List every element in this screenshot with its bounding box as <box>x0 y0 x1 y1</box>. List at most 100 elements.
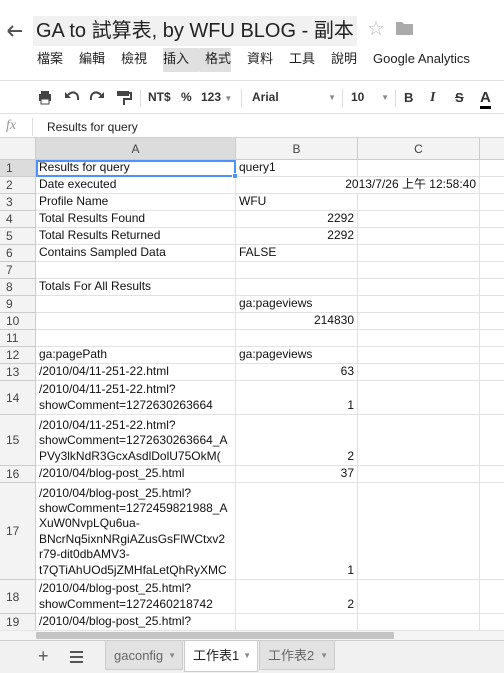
cell-b[interactable]: 214830 <box>236 313 358 330</box>
cell-b[interactable]: 37 <box>236 466 358 483</box>
sheet-tab[interactable]: 工作表2 ▼ <box>259 641 335 670</box>
row-header[interactable]: 5 <box>0 228 36 245</box>
cell-c[interactable] <box>358 313 480 330</box>
cell-c[interactable] <box>358 580 480 614</box>
row-header[interactable]: 1 <box>0 160 36 177</box>
cell-a[interactable]: /2010/04/11-251-22.html? showComment=1272… <box>36 381 236 415</box>
row-header[interactable]: 17 <box>0 483 36 580</box>
cell-d[interactable] <box>480 483 504 580</box>
cell-d[interactable] <box>480 466 504 483</box>
cell-b[interactable]: 63 <box>236 364 358 381</box>
undo-button[interactable] <box>63 81 81 115</box>
cell-b[interactable]: 2 <box>236 580 358 614</box>
column-header-b[interactable]: B <box>236 138 358 160</box>
cell-c[interactable] <box>358 262 480 279</box>
selection-fill-handle[interactable] <box>232 173 238 179</box>
cell-c[interactable] <box>358 415 480 466</box>
cell-c[interactable] <box>358 296 480 313</box>
cell-a[interactable]: /2010/04/blog-post_25.html? showComment=1… <box>36 580 236 614</box>
percent-format-button[interactable]: % <box>181 81 192 115</box>
menu-help[interactable]: 說明 <box>331 48 357 72</box>
cell-a[interactable]: Totals For All Results <box>36 279 236 296</box>
cell-c[interactable] <box>358 245 480 262</box>
cell-a[interactable]: ga:pagePath <box>36 347 236 364</box>
number-format-dropdown[interactable]: 123 ▼ <box>201 81 232 115</box>
cell-d[interactable] <box>480 245 504 262</box>
chevron-down-icon[interactable]: ▼ <box>320 641 328 670</box>
cell-c[interactable] <box>358 364 480 381</box>
row-header[interactable]: 7 <box>0 262 36 279</box>
cell-c[interactable] <box>358 483 480 580</box>
cell-a[interactable]: /2010/04/blog-post_25.html? showComment=1… <box>36 483 236 580</box>
cell-b[interactable]: 2292 <box>236 211 358 228</box>
cell-b[interactable]: 1 <box>236 381 358 415</box>
row-header[interactable]: 16 <box>0 466 36 483</box>
cell-c[interactable] <box>358 614 480 630</box>
cell-c[interactable] <box>358 211 480 228</box>
row-header[interactable]: 15 <box>0 415 36 466</box>
paint-format-button[interactable] <box>115 81 133 115</box>
menu-file[interactable]: 檔案 <box>37 48 63 72</box>
cell-c[interactable] <box>358 194 480 211</box>
cell-b[interactable] <box>236 262 358 279</box>
cell-d[interactable] <box>480 381 504 415</box>
strikethrough-button[interactable]: S <box>455 81 464 115</box>
row-header[interactable]: 8 <box>0 279 36 296</box>
cell-c[interactable] <box>358 330 480 347</box>
cell-d[interactable] <box>480 580 504 614</box>
cell-a[interactable]: Results for query <box>36 160 236 177</box>
cell-b[interactable]: 1 <box>236 483 358 580</box>
cell-b[interactable]: FALSE <box>236 245 358 262</box>
cell-d[interactable] <box>480 211 504 228</box>
print-button[interactable] <box>37 81 53 115</box>
italic-button[interactable]: I <box>430 81 435 115</box>
column-header-d[interactable] <box>480 138 504 160</box>
cell-d[interactable] <box>480 177 504 194</box>
row-header[interactable]: 14 <box>0 381 36 415</box>
menu-insert[interactable]: 插入 <box>163 48 199 72</box>
cell-d[interactable] <box>480 330 504 347</box>
cell-d[interactable] <box>480 262 504 279</box>
row-header[interactable]: 9 <box>0 296 36 313</box>
cell-b[interactable] <box>236 330 358 347</box>
star-icon[interactable]: ☆ <box>367 18 385 40</box>
cell-a[interactable]: Date executed <box>36 177 236 194</box>
chevron-down-icon[interactable]: ▼ <box>168 641 176 670</box>
cell-b[interactable] <box>236 614 358 630</box>
row-header[interactable]: 3 <box>0 194 36 211</box>
cell-d[interactable] <box>480 415 504 466</box>
cell-b[interactable]: query1 <box>236 160 358 177</box>
menu-tools[interactable]: 工具 <box>289 48 315 72</box>
chevron-down-icon[interactable]: ▼ <box>243 641 251 670</box>
cell-a[interactable]: Profile Name <box>36 194 236 211</box>
menu-google-analytics[interactable]: Google Analytics <box>373 48 470 72</box>
cell-d[interactable] <box>480 228 504 245</box>
cell-b[interactable]: 2 <box>236 415 358 466</box>
cell-d[interactable] <box>480 160 504 177</box>
row-header[interactable]: 13 <box>0 364 36 381</box>
text-color-button[interactable]: A <box>480 81 491 115</box>
cell-c[interactable] <box>358 381 480 415</box>
cell-d[interactable] <box>480 347 504 364</box>
cell-d[interactable] <box>480 364 504 381</box>
menu-data[interactable]: 資料 <box>247 48 273 72</box>
folder-icon[interactable] <box>396 21 413 35</box>
cell-c[interactable] <box>358 347 480 364</box>
row-header[interactable]: 12 <box>0 347 36 364</box>
add-sheet-button[interactable]: + <box>38 646 49 667</box>
row-header[interactable]: 4 <box>0 211 36 228</box>
cell-a[interactable] <box>36 330 236 347</box>
cell-d[interactable] <box>480 614 504 630</box>
document-title[interactable]: GA to 試算表, by WFU BLOG - 副本 <box>33 16 357 46</box>
bold-button[interactable]: B <box>404 81 413 115</box>
cell-b[interactable]: ga:pageviews <box>236 347 358 364</box>
cell-c[interactable] <box>358 160 480 177</box>
row-header[interactable]: 6 <box>0 245 36 262</box>
row-header[interactable]: 18 <box>0 580 36 614</box>
column-header-a[interactable]: A <box>36 138 236 160</box>
font-family-dropdown[interactable]: Arial ▼ <box>252 81 338 115</box>
currency-format-button[interactable]: NT$ <box>148 81 171 115</box>
row-header[interactable]: 11 <box>0 330 36 347</box>
cell-c[interactable] <box>358 466 480 483</box>
cell-c[interactable] <box>358 228 480 245</box>
